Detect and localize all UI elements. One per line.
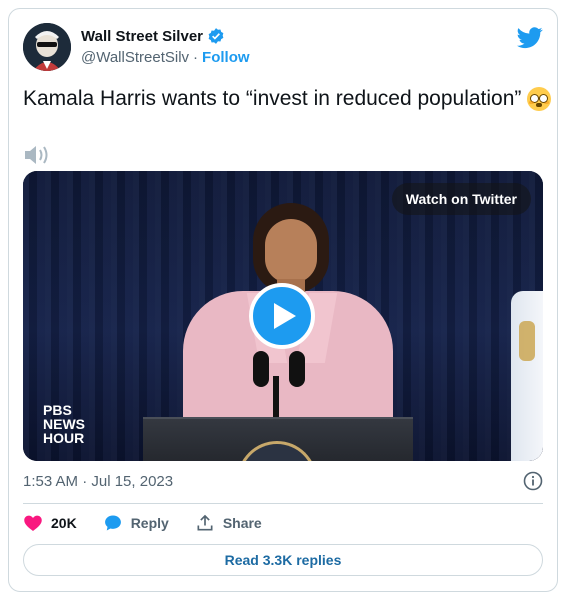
microphone-left [253,351,269,387]
reply-button[interactable]: Reply [103,513,169,533]
tweet-header: Wall Street Silver @WallStreetSilv · Fol… [23,21,543,71]
microphone-right [289,351,305,387]
flushed-face-emoji-icon [527,87,552,111]
verified-badge-icon [208,28,224,44]
heart-icon [24,515,42,531]
flag [511,291,543,461]
info-icon[interactable] [523,471,543,491]
handle-separator: · [193,49,199,66]
logo-line-3: HOUR [43,430,85,446]
follow-button[interactable]: Follow [202,49,250,66]
tweet-card: Wall Street Silver @WallStreetSilv · Fol… [8,8,558,592]
reply-label: Reply [130,515,169,531]
tweet-text-body: Kamala Harris wants to “invest in reduce… [23,87,522,110]
logo-line-1: PBS [43,402,72,418]
tweet-timestamp[interactable]: 1:53 AM · Jul 15, 2023 [23,473,173,490]
reply-bubble-icon [104,515,121,531]
avatar-image [23,23,71,71]
flag-emblem [519,321,535,361]
speaker-face [265,219,317,283]
share-label: Share [222,515,262,531]
like-count: 20K [51,515,77,531]
play-button[interactable] [249,283,315,349]
pbs-newshour-logo: PBS NEWS HOUR [43,403,85,445]
video-player[interactable]: Watch on Twitter PBS NEWS HOUR [23,171,543,461]
tweet-actions: 20K Reply Share [23,513,262,533]
read-replies-button[interactable]: Read 3.3K replies [23,544,543,576]
author-name-row: Wall Street Silver [81,27,225,45]
author-handle-row: @WallStreetSilv · Follow [81,49,250,66]
speaker-icon[interactable] [23,143,51,167]
like-button[interactable]: 20K [23,513,77,533]
divider [23,503,543,504]
share-button[interactable]: Share [195,513,262,533]
avatar[interactable] [23,23,71,71]
logo-line-2: NEWS [43,416,85,432]
microphone-stand [273,376,279,421]
tweet-text: Kamala Harris wants to “invest in reduce… [23,87,552,111]
watch-on-twitter-button[interactable]: Watch on Twitter [391,183,531,215]
author-handle[interactable]: @WallStreetSilv [81,49,189,66]
twitter-bird-icon[interactable] [517,27,543,49]
share-icon [197,514,213,531]
author-name[interactable]: Wall Street Silver [81,28,203,45]
play-icon [274,303,296,329]
